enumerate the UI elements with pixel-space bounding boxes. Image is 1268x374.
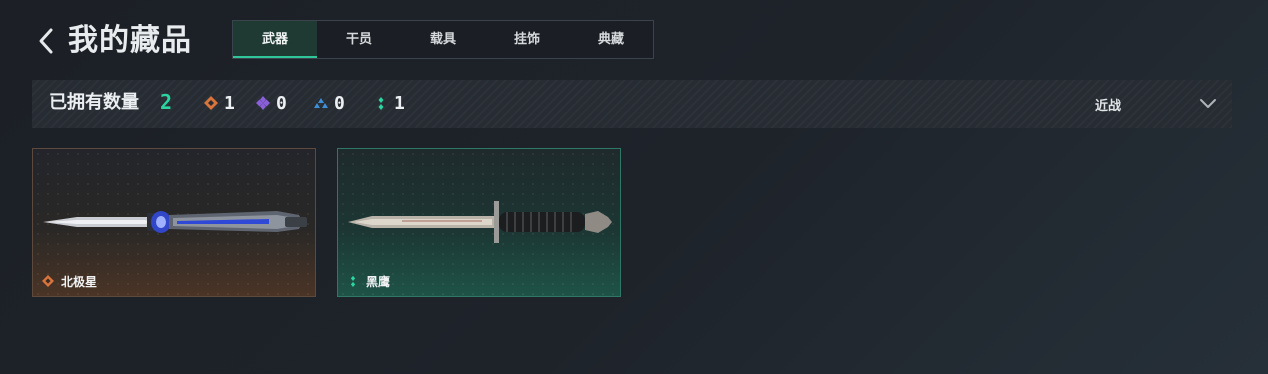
rarity-count-green: 1 (374, 92, 405, 114)
item-name: 北极星 (61, 275, 98, 289)
blue-triangle-icon (314, 98, 328, 108)
item-card[interactable]: 北极星 (32, 148, 316, 297)
tab-charms[interactable]: 挂饰 (485, 21, 569, 58)
category-tabs: 武器 干员 载具 挂饰 典藏 (232, 20, 654, 59)
item-card[interactable]: 黑鹰 (337, 148, 621, 297)
rarity-count-blue: 0 (314, 92, 345, 114)
orange-diamond-icon (204, 96, 218, 110)
owned-label: 已拥有数量 (49, 92, 139, 113)
orange-diamond-icon (42, 275, 54, 287)
page-title: 我的藏品 (68, 23, 192, 58)
knife-image (348, 201, 612, 243)
tab-collection[interactable]: 典藏 (569, 21, 653, 58)
chevron-left-icon[interactable] (36, 26, 58, 56)
rarity-count-orange: 1 (204, 92, 235, 114)
green-dots-icon (378, 97, 384, 110)
item-name: 黑鹰 (366, 275, 391, 289)
summary-bar: 已拥有数量 2 1 0 0 1 近战 (32, 80, 1232, 128)
owned-count: 2 (160, 90, 173, 114)
rarity-count-purple: 0 (256, 92, 287, 114)
chevron-down-icon[interactable] (1199, 96, 1217, 110)
tab-vehicles[interactable]: 载具 (401, 21, 485, 58)
tab-operators[interactable]: 干员 (317, 21, 401, 58)
purple-diamond-icon (256, 96, 270, 110)
knife-image (43, 211, 307, 233)
tab-weapons[interactable]: 武器 (233, 21, 317, 58)
filter-dropdown-value[interactable]: 近战 (1095, 95, 1121, 114)
green-dots-icon (350, 275, 356, 287)
